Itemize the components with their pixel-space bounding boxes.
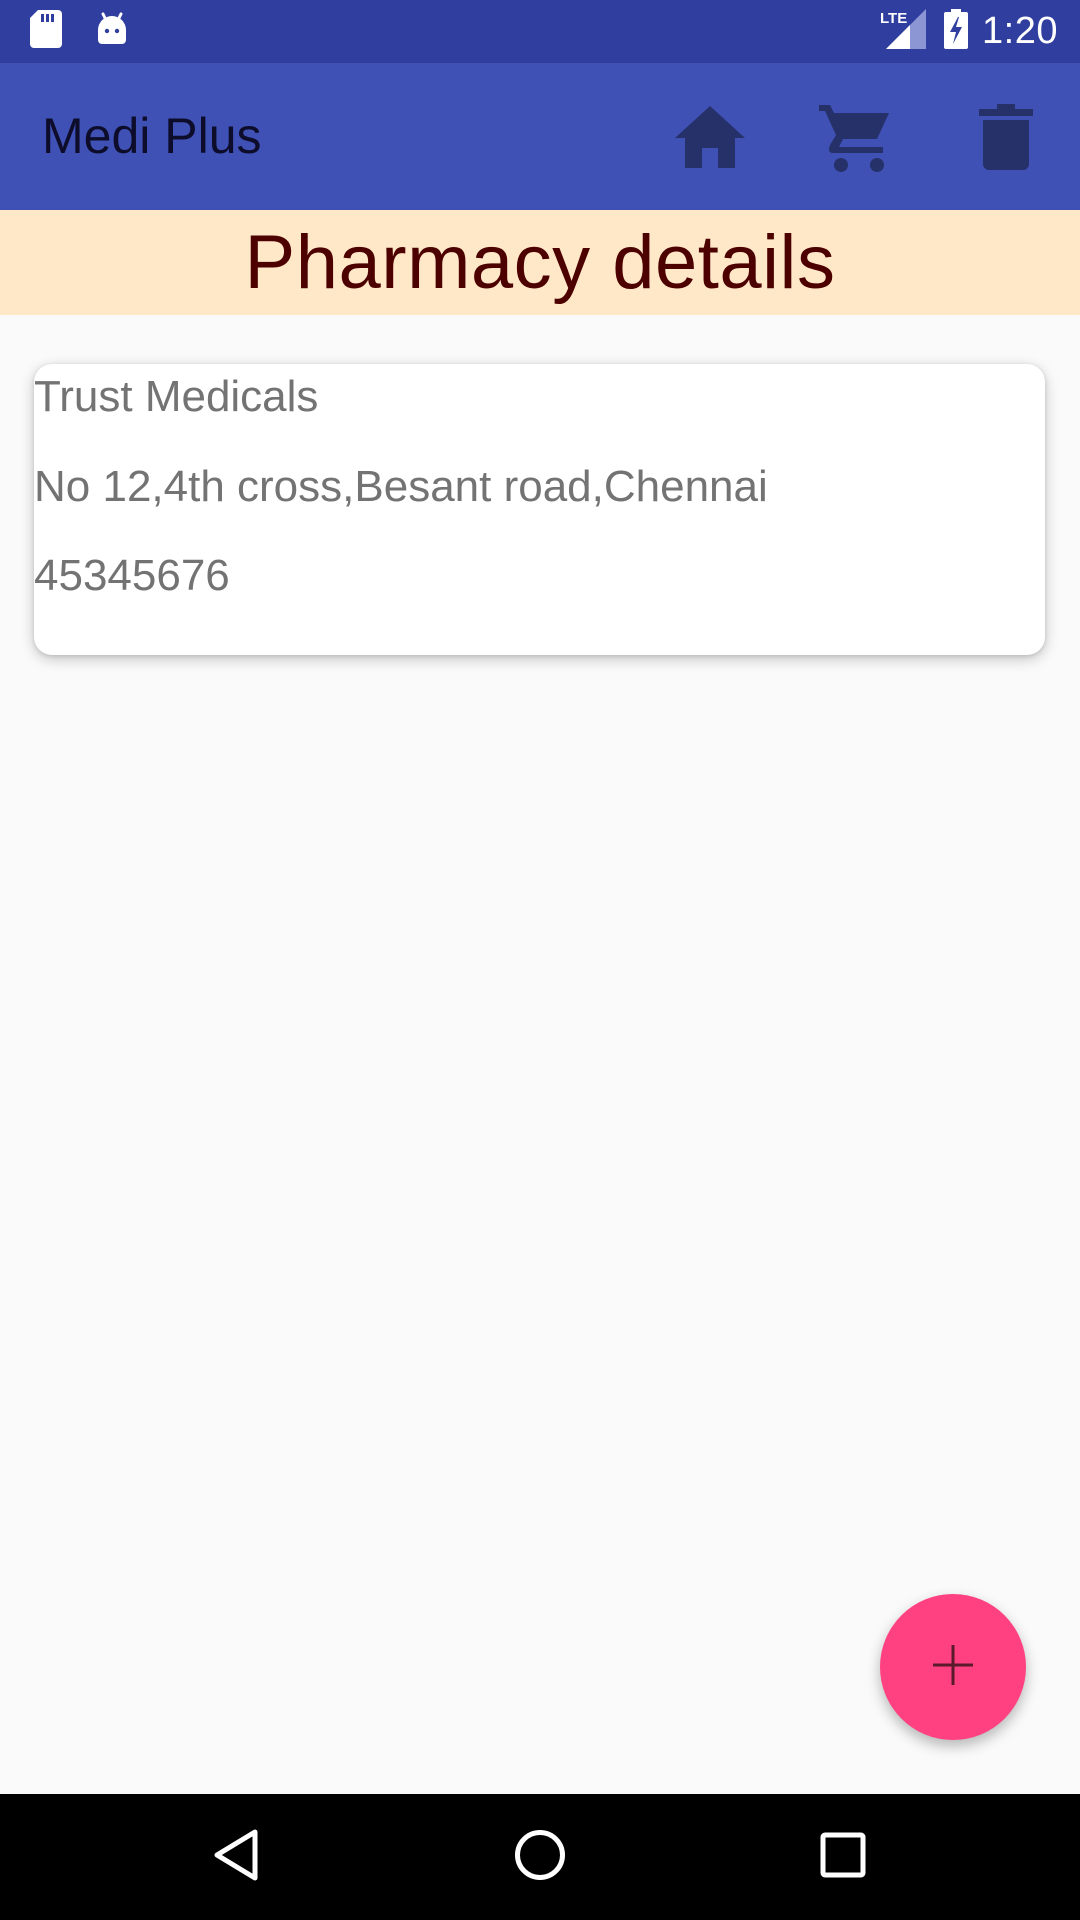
app-bar: Medi Plus — [0, 63, 1080, 210]
app-title: Medi Plus — [42, 108, 262, 164]
nav-home-button[interactable] — [500, 1817, 580, 1897]
navigation-bar — [0, 1794, 1080, 1920]
battery-charging-icon — [944, 9, 969, 54]
delete-icon — [979, 103, 1033, 175]
back-icon — [213, 1829, 259, 1886]
status-time: 1:20 — [982, 10, 1058, 52]
network-type-label: LTE — [880, 10, 907, 27]
nav-back-button[interactable] — [196, 1817, 276, 1897]
cart-button[interactable] — [815, 99, 895, 179]
delete-button[interactable] — [966, 99, 1046, 179]
status-bar: LTE 1:20 — [0, 0, 1080, 63]
pharmacy-address: No 12,4th cross,Besant road,Chennai — [34, 462, 768, 511]
plus-icon — [933, 1644, 973, 1690]
pharmacy-phone: 45345676 — [34, 551, 230, 600]
signal-icon: LTE — [880, 9, 927, 54]
home-button[interactable] — [670, 99, 750, 179]
sd-card-icon — [30, 9, 62, 53]
recents-icon — [820, 1832, 866, 1883]
cart-icon — [819, 101, 891, 178]
page-title: Pharmacy details — [244, 220, 836, 305]
pharmacy-card[interactable]: Trust Medicals No 12,4th cross,Besant ro… — [34, 364, 1045, 655]
home-circle-icon — [514, 1829, 566, 1886]
android-icon — [96, 12, 128, 51]
nav-recents-button[interactable] — [803, 1817, 883, 1897]
home-icon — [675, 105, 745, 173]
pharmacy-name: Trust Medicals — [34, 372, 319, 421]
add-fab-button[interactable] — [880, 1594, 1026, 1740]
page-heading-band: Pharmacy details — [0, 210, 1080, 315]
